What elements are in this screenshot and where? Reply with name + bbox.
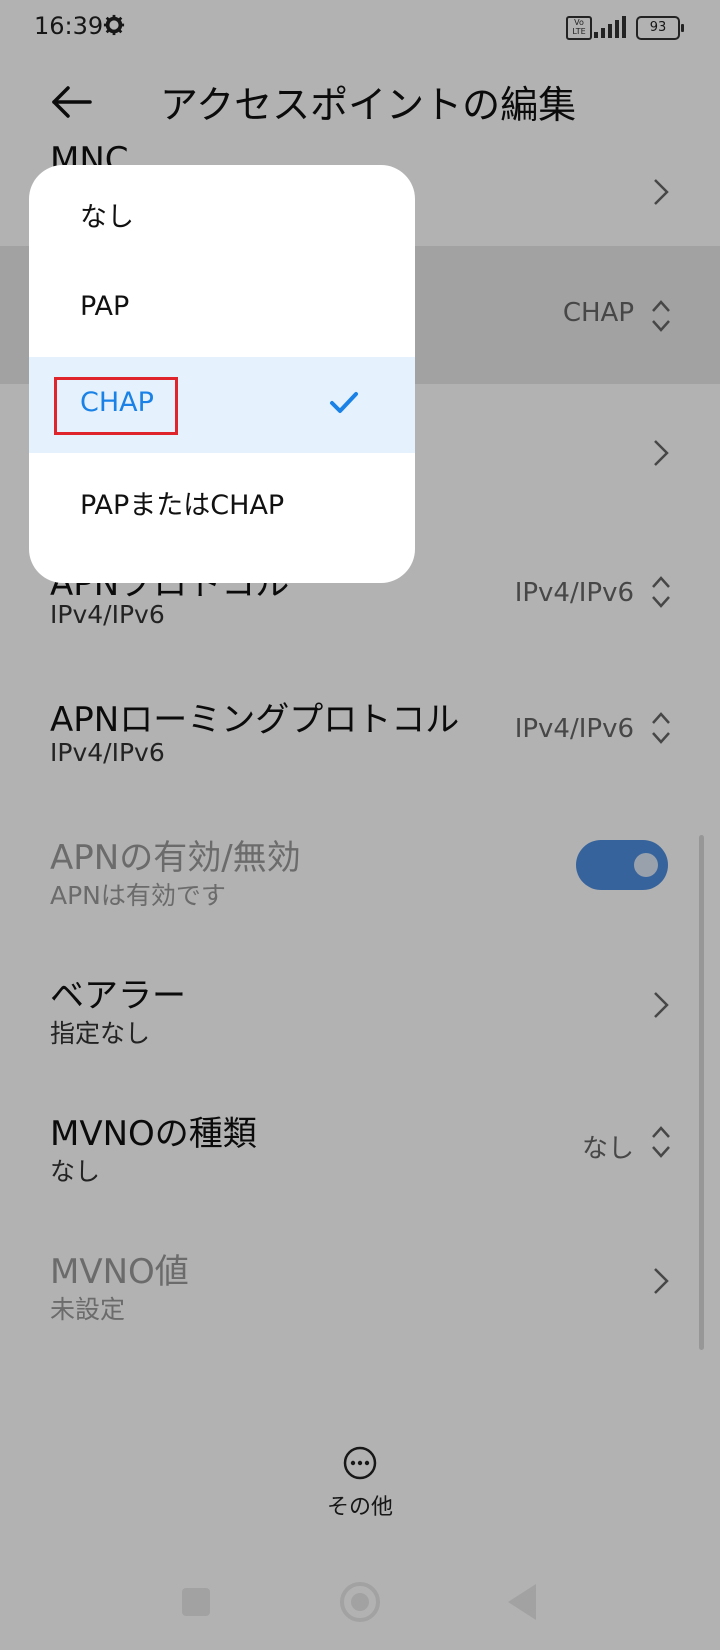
auth-type-dialog: なし PAP CHAP PAPまたはCHAP xyxy=(29,165,415,583)
option-label: PAPまたはCHAP xyxy=(80,490,285,521)
option-pap-or-chap[interactable]: PAPまたはCHAP xyxy=(29,453,415,549)
option-label: なし xyxy=(80,202,134,233)
check-icon xyxy=(330,392,358,413)
option-none[interactable]: なし xyxy=(29,165,415,261)
option-label: CHAP xyxy=(80,387,154,418)
option-label: PAP xyxy=(80,291,130,322)
option-pap[interactable]: PAP xyxy=(29,261,415,357)
option-chap[interactable]: CHAP xyxy=(29,357,415,453)
